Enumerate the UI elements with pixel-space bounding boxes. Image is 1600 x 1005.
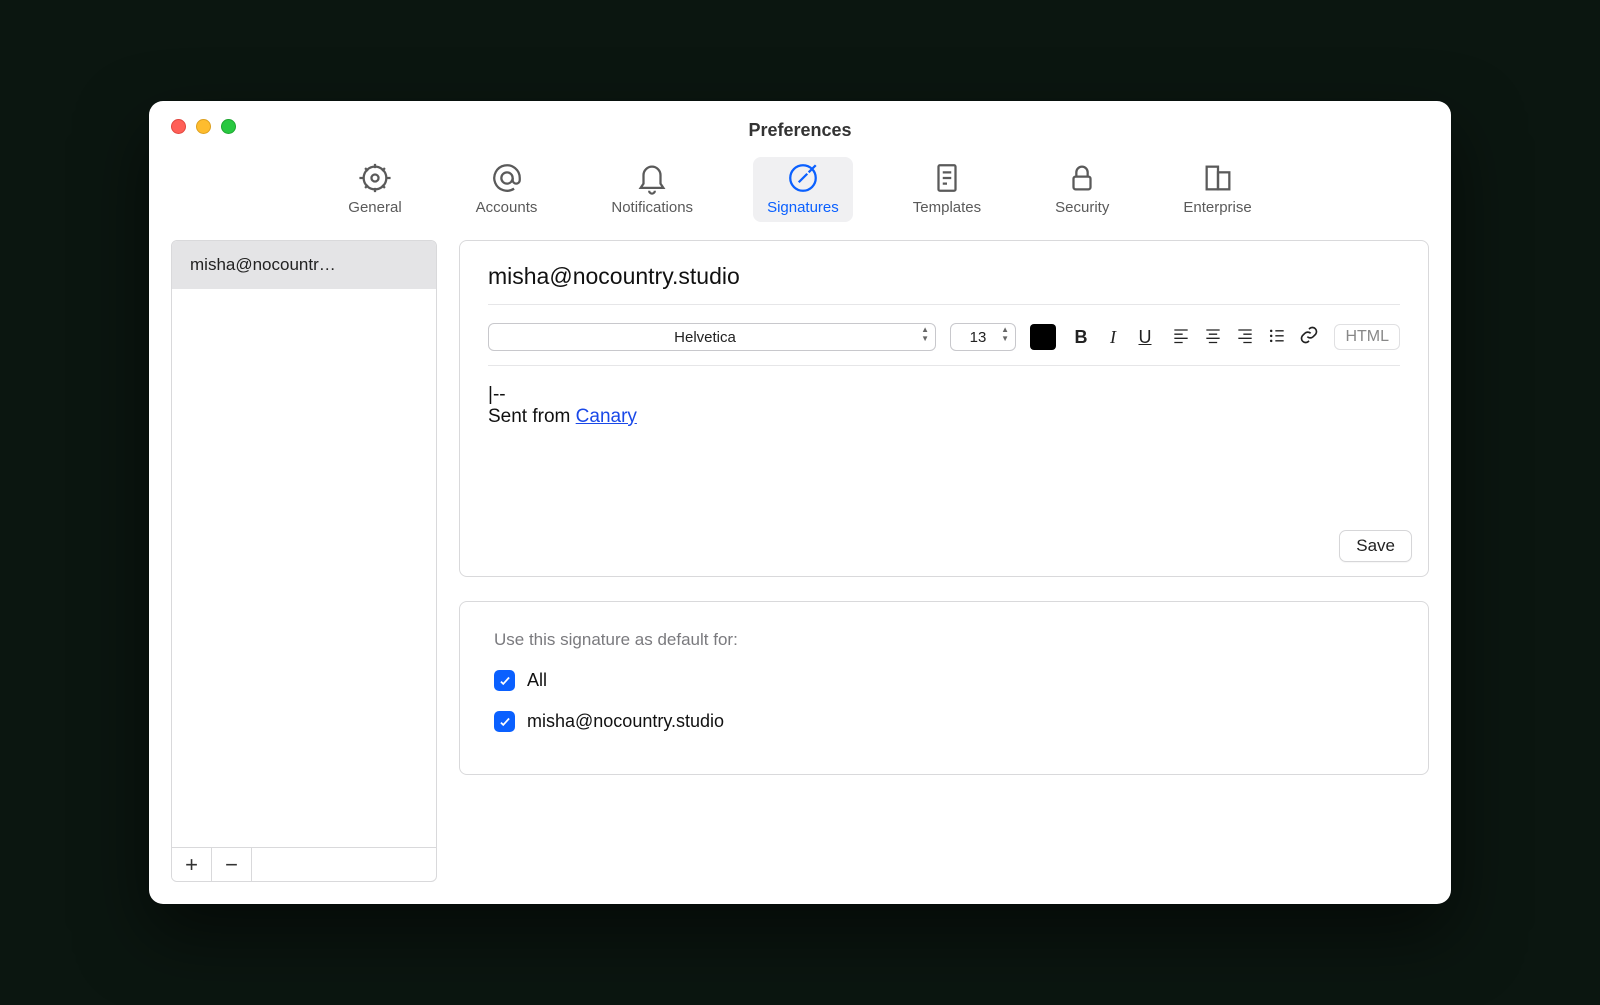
tab-label: Notifications — [611, 199, 693, 216]
signature-icon — [786, 163, 820, 193]
formatting-toolbar: Helvetica ▲▼ 13 ▲▼ B I U — [488, 315, 1400, 366]
main-column: misha@nocountry.studio Helvetica ▲▼ 13 ▲… — [459, 240, 1429, 882]
preferences-tabs: General Accounts Notifications Signature… — [149, 153, 1451, 240]
font-size-value: 13 — [970, 329, 987, 346]
signature-text: Sent from — [488, 406, 576, 427]
tab-label: Accounts — [476, 199, 538, 216]
tab-enterprise[interactable]: Enterprise — [1169, 157, 1265, 222]
align-left-button[interactable] — [1170, 325, 1192, 350]
at-icon — [490, 163, 524, 193]
chevron-updown-icon: ▲▼ — [921, 326, 929, 343]
tab-label: Templates — [913, 199, 981, 216]
html-toggle-button[interactable]: HTML — [1334, 324, 1400, 350]
text-style-group: B I U — [1070, 327, 1156, 348]
tab-security[interactable]: Security — [1041, 157, 1123, 222]
close-window-button[interactable] — [171, 119, 186, 134]
content-area: misha@nocountr… + − misha@nocountry.stud… — [149, 240, 1451, 904]
checkbox-checked-icon[interactable] — [494, 711, 515, 732]
window-title: Preferences — [149, 120, 1451, 141]
bullet-list-button[interactable] — [1266, 325, 1288, 350]
italic-button[interactable]: I — [1102, 327, 1124, 348]
gear-icon — [358, 163, 392, 193]
underline-button[interactable]: U — [1134, 327, 1156, 348]
checkbox-checked-icon[interactable] — [494, 670, 515, 691]
default-account-row[interactable]: misha@nocountry.studio — [494, 711, 1400, 732]
bell-icon — [635, 163, 669, 193]
chevron-updown-icon: ▲▼ — [1001, 326, 1009, 343]
lock-icon — [1065, 163, 1099, 193]
minimize-window-button[interactable] — [196, 119, 211, 134]
font-family-select[interactable]: Helvetica ▲▼ — [488, 323, 936, 351]
tab-label: Security — [1055, 199, 1109, 216]
signature-editor[interactable]: -- Sent from Canary — [488, 366, 1400, 526]
signature-separator: -- — [493, 384, 506, 405]
default-signature-panel: Use this signature as default for: All m… — [459, 601, 1429, 775]
building-icon — [1201, 163, 1235, 193]
font-family-value: Helvetica — [674, 329, 736, 346]
default-signature-label: Use this signature as default for: — [494, 630, 1400, 650]
default-option-label: All — [527, 670, 547, 691]
preferences-window: Preferences General Accounts Notificatio… — [149, 101, 1451, 904]
default-all-row[interactable]: All — [494, 670, 1400, 691]
tab-notifications[interactable]: Notifications — [597, 157, 707, 222]
link-button[interactable] — [1298, 325, 1320, 350]
titlebar: Preferences — [149, 101, 1451, 153]
signatures-list: misha@nocountr… — [172, 241, 436, 847]
bold-button[interactable]: B — [1070, 327, 1092, 348]
align-right-button[interactable] — [1234, 325, 1256, 350]
signatures-sidebar: misha@nocountr… + − — [171, 240, 437, 882]
window-controls — [171, 119, 236, 134]
sidebar-footer: + − — [172, 847, 436, 881]
signature-link[interactable]: Canary — [576, 406, 637, 427]
tab-templates[interactable]: Templates — [899, 157, 995, 222]
tab-accounts[interactable]: Accounts — [462, 157, 552, 222]
tab-label: General — [348, 199, 401, 216]
tab-signatures[interactable]: Signatures — [753, 157, 853, 222]
document-icon — [930, 163, 964, 193]
signature-editor-panel: misha@nocountry.studio Helvetica ▲▼ 13 ▲… — [459, 240, 1429, 577]
tab-label: Signatures — [767, 199, 839, 216]
tab-label: Enterprise — [1183, 199, 1251, 216]
font-size-select[interactable]: 13 ▲▼ — [950, 323, 1016, 351]
zoom-window-button[interactable] — [221, 119, 236, 134]
alignment-group — [1170, 325, 1320, 350]
remove-signature-button[interactable]: − — [212, 848, 252, 881]
tab-general[interactable]: General — [334, 157, 415, 222]
save-button[interactable]: Save — [1339, 530, 1412, 562]
add-signature-button[interactable]: + — [172, 848, 212, 881]
signature-account-label: misha@nocountry.studio — [488, 263, 1400, 305]
text-color-swatch[interactable] — [1030, 324, 1056, 350]
signature-list-item[interactable]: misha@nocountr… — [172, 241, 436, 289]
default-option-label: misha@nocountry.studio — [527, 711, 724, 732]
align-center-button[interactable] — [1202, 325, 1224, 350]
